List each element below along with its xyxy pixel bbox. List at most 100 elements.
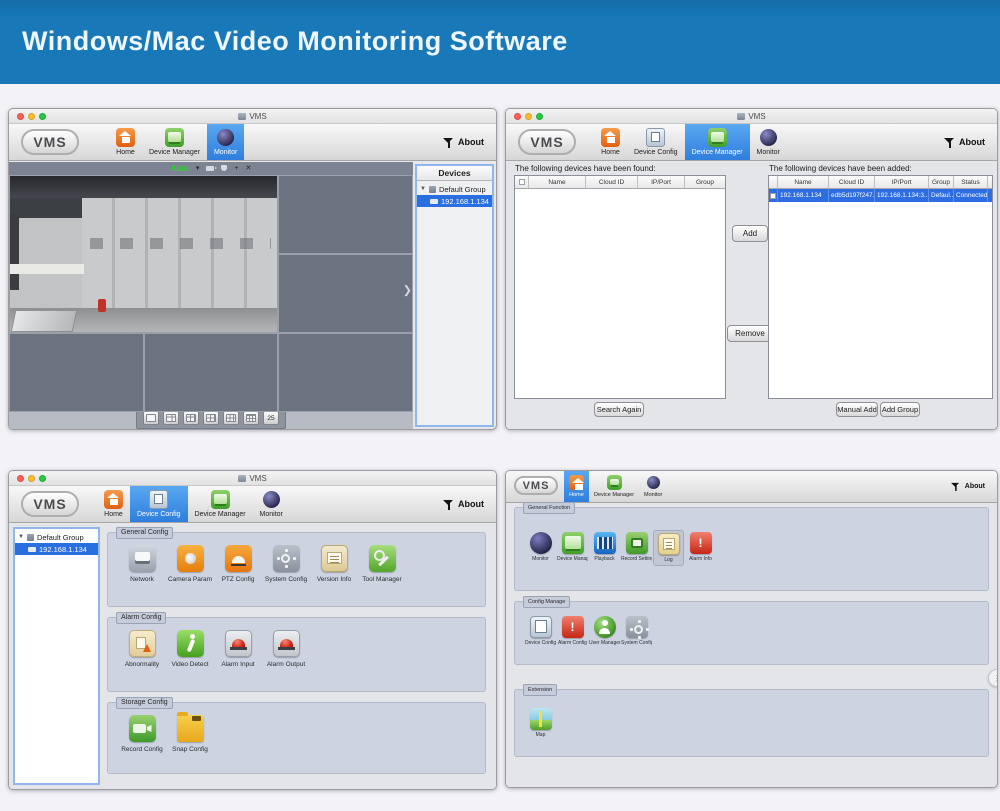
video-cell[interactable]	[9, 333, 144, 412]
about-button[interactable]: About	[950, 471, 985, 502]
column-cloud-id[interactable]: Cloud ID	[586, 176, 638, 188]
close-window-button[interactable]	[17, 113, 24, 120]
found-devices-table[interactable]: Name Cloud ID IP/Port Group	[514, 175, 726, 399]
add-group-button[interactable]: Add Group	[880, 402, 920, 417]
app-abnormality[interactable]: Abnormality	[118, 630, 166, 668]
layout-8-button[interactable]	[203, 411, 219, 425]
video-cell[interactable]	[278, 333, 413, 412]
column-group[interactable]: Group	[685, 176, 725, 188]
tree-group-default[interactable]: ▼ Default Group	[15, 531, 98, 543]
added-device-row[interactable]: 192.168.1.134 edb5d197f247... 192.168.1.…	[769, 189, 992, 202]
search-again-button[interactable]: Search Again	[594, 402, 644, 417]
app-version-info[interactable]: Version Info	[310, 545, 358, 583]
app-system-config[interactable]: System Config	[621, 614, 652, 648]
tab-home[interactable]: Home	[594, 124, 627, 160]
app-playback[interactable]: Playback	[589, 530, 620, 566]
manual-add-button[interactable]: Manual Add	[836, 402, 878, 417]
app-system-config[interactable]: System Config	[262, 545, 310, 583]
tab-device-manager[interactable]: Device Manager	[188, 486, 253, 522]
tab-monitor[interactable]: Monitor	[207, 124, 244, 160]
layout-1-button[interactable]	[143, 411, 159, 425]
add-icon[interactable]: +	[234, 165, 238, 172]
app-network[interactable]: Network	[118, 545, 166, 583]
tab-device-config[interactable]: Device Config	[627, 124, 685, 160]
alarm-input-icon	[225, 630, 252, 657]
record-icon[interactable]	[221, 165, 227, 171]
video-cell-main[interactable]	[9, 175, 278, 333]
select-all-checkbox[interactable]	[519, 179, 525, 185]
zoom-window-button[interactable]	[39, 475, 46, 482]
app-monitor[interactable]: Monitor	[525, 530, 556, 566]
tab-monitor[interactable]: Monitor	[750, 124, 787, 160]
minimize-window-button[interactable]	[525, 113, 532, 120]
layout-6-button[interactable]	[183, 411, 199, 425]
tab-device-config[interactable]: Device Config	[130, 486, 188, 522]
added-devices-table[interactable]: Name Cloud ID IP/Port Group Status 192.1…	[768, 175, 993, 399]
video-cell[interactable]	[278, 175, 413, 254]
dropdown-icon[interactable]: ▾	[196, 165, 200, 172]
column-ip-port[interactable]: IP/Port	[638, 176, 685, 188]
group-icon	[27, 534, 34, 541]
about-button[interactable]: About	[443, 124, 484, 160]
camera-icon[interactable]	[206, 166, 214, 171]
feed-ceiling	[10, 176, 277, 198]
column-ip-port[interactable]: IP/Port	[875, 176, 929, 188]
close-icon[interactable]: ✕	[245, 165, 251, 172]
tab-home[interactable]: Home	[564, 471, 589, 502]
tab-home[interactable]: Home	[97, 486, 130, 522]
minimize-window-button[interactable]	[28, 113, 35, 120]
minimize-window-button[interactable]	[28, 475, 35, 482]
app-tool-manager[interactable]: Tool Manager	[358, 545, 406, 583]
tab-monitor[interactable]: Monitor	[639, 471, 667, 502]
zoom-window-button[interactable]	[39, 113, 46, 120]
add-button[interactable]: Add	[732, 225, 768, 242]
row-checkbox[interactable]	[770, 193, 776, 199]
layout-9-button[interactable]	[223, 411, 239, 425]
tab-device-manager[interactable]: Device Manager	[589, 471, 639, 502]
column-status[interactable]: Status	[954, 176, 988, 188]
app-map[interactable]: Map	[525, 706, 556, 740]
tree-device-item[interactable]: 192.168.1.134	[15, 543, 98, 555]
tree-group-default[interactable]: ▼ Default Group	[417, 183, 492, 195]
video-cell[interactable]	[144, 333, 278, 412]
layout-25-button[interactable]: 25	[263, 411, 279, 425]
tab-home[interactable]: Home	[109, 124, 142, 160]
app-record-settings[interactable]: Record Settings	[621, 530, 652, 566]
app-ptz-config[interactable]: PTZ Config	[214, 545, 262, 583]
remove-button[interactable]: Remove	[727, 325, 773, 342]
about-button[interactable]: About	[443, 486, 484, 522]
layout-4-button[interactable]	[163, 411, 179, 425]
close-window-button[interactable]	[514, 113, 521, 120]
column-name[interactable]: Name	[778, 176, 829, 188]
tab-device-manager[interactable]: Device Manager	[685, 124, 750, 160]
tab-monitor[interactable]: Monitor	[253, 486, 290, 522]
app-alarm-info[interactable]: Alarm Info	[685, 530, 716, 566]
caret-down-icon[interactable]: ▼	[420, 186, 426, 192]
app-device-manager[interactable]: Device Manager	[557, 530, 588, 566]
app-snap-config[interactable]: Snap Config	[166, 715, 214, 753]
collapse-arrow-icon[interactable]: ❯	[403, 285, 412, 296]
layout-16-button[interactable]	[243, 411, 259, 425]
app-user-manager[interactable]: User Manager	[589, 614, 620, 648]
close-window-button[interactable]	[17, 475, 24, 482]
auto-mode-label[interactable]: Auto	[171, 164, 189, 173]
tree-device-item[interactable]: 192.168.1.134	[417, 195, 492, 207]
app-video-detect[interactable]: Video Detect	[166, 630, 214, 668]
app-alarm-config[interactable]: Alarm Config	[557, 614, 588, 648]
app-alarm-output[interactable]: Alarm Output	[262, 630, 310, 668]
about-button[interactable]: About	[944, 124, 985, 160]
column-group[interactable]: Group	[929, 176, 954, 188]
caret-down-icon[interactable]: ▼	[18, 534, 24, 540]
device-tree: ▼ Default Group 192.168.1.134	[417, 181, 492, 207]
zoom-window-button[interactable]	[536, 113, 543, 120]
app-record-config[interactable]: Record Config	[118, 715, 166, 753]
app-alarm-input[interactable]: Alarm Input	[214, 630, 262, 668]
tab-device-manager[interactable]: Device Manager	[142, 124, 207, 160]
column-cloud-id[interactable]: Cloud ID	[829, 176, 875, 188]
app-camera-param[interactable]: Camera Param	[166, 545, 214, 583]
app-log[interactable]: Log	[653, 530, 684, 566]
app-device-config[interactable]: Device Config	[525, 614, 556, 648]
video-cell[interactable]	[278, 254, 413, 333]
column-name[interactable]: Name	[529, 176, 586, 188]
panel-handle[interactable]: ⋮	[988, 669, 998, 687]
